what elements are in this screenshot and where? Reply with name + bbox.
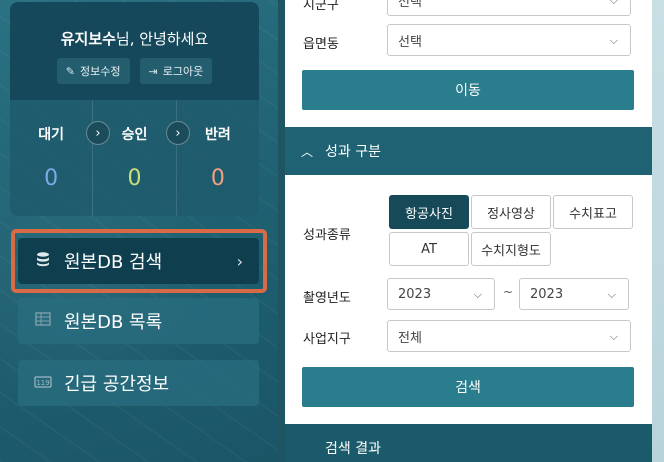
chevron-right-icon: › xyxy=(86,121,110,145)
emergency-119-icon: 119 xyxy=(34,373,52,393)
map-edge xyxy=(652,0,664,462)
search-results-title: 검색 결과 xyxy=(325,441,381,457)
status-pending-label: 대기 xyxy=(38,127,65,143)
logout-icon: ⇥ xyxy=(148,64,158,78)
sigungu-value: 선택 xyxy=(398,0,422,10)
type-chip-ortho-image[interactable]: 정사영상 xyxy=(471,195,551,229)
logout-button[interactable]: ⇥ 로그아웃 xyxy=(139,58,213,84)
menu-item-label: 원본DB 목록 xyxy=(64,312,163,333)
search-panel: 시군구 선택 ⌵ 읍면동 선택 ⌵ 이동 ︿ 성과 구분 성과종류 항공사진 정… xyxy=(285,0,652,462)
menu-item-label: 원본DB 검색 xyxy=(64,252,163,273)
status-pending-count: 0 xyxy=(44,166,59,191)
move-button[interactable]: 이동 xyxy=(302,70,634,110)
greeting-text: 님, 안녕하세요 xyxy=(115,30,209,48)
edit-profile-button[interactable]: ✎ 정보수정 xyxy=(56,58,130,84)
type-chip-digital-map[interactable]: 수치지형도 xyxy=(471,232,551,266)
search-button[interactable]: 검색 xyxy=(302,367,634,407)
svg-text:119: 119 xyxy=(36,379,49,387)
chevron-down-icon: ⌵ xyxy=(609,34,618,47)
sigungu-label: 시군구 xyxy=(303,0,339,13)
user-greeting: 유지보수님, 안녕하세요 xyxy=(10,28,259,49)
sigungu-select[interactable]: 선택 ⌵ xyxy=(387,0,631,16)
type-chip-dem[interactable]: 수치표고 xyxy=(553,195,633,229)
status-pending[interactable]: 대기 0 xyxy=(10,100,92,216)
result-type-label: 성과종류 xyxy=(303,228,351,243)
year-from-value: 2023 xyxy=(398,286,432,302)
menu-item-original-db-search[interactable]: 원본DB 검색 › xyxy=(18,238,259,284)
sidebar: 유지보수님, 안녕하세요 ✎ 정보수정 ⇥ 로그아웃 대기 0 승인 0 반려 … xyxy=(0,0,278,462)
status-approved[interactable]: 승인 0 xyxy=(92,100,175,216)
search-results-section-header[interactable]: 검색 결과 xyxy=(285,424,652,462)
eupmyeondong-value: 선택 xyxy=(398,34,422,50)
chevron-down-icon: ⌵ xyxy=(473,288,482,301)
logout-label: 로그아웃 xyxy=(162,65,204,78)
chevron-down-icon: ⌵ xyxy=(609,0,618,7)
menu-item-original-db-list[interactable]: 원본DB 목록 xyxy=(18,298,259,344)
eupmyeondong-label: 읍면동 xyxy=(303,37,339,52)
eupmyeondong-select[interactable]: 선택 ⌵ xyxy=(387,24,631,56)
district-value: 전체 xyxy=(398,330,422,346)
chevron-up-icon: ︿ xyxy=(301,144,314,159)
type-chip-aerial-photo[interactable]: 항공사진 xyxy=(389,195,469,229)
status-card: 대기 0 승인 0 반려 0 › › xyxy=(10,100,259,216)
user-card: 유지보수님, 안녕하세요 ✎ 정보수정 ⇥ 로그아웃 xyxy=(10,2,259,100)
pencil-icon: ✎ xyxy=(65,64,76,78)
capture-year-label: 촬영년도 xyxy=(303,291,351,306)
status-approved-count: 0 xyxy=(127,166,142,191)
edit-profile-label: 정보수정 xyxy=(80,65,121,78)
result-type-section-header[interactable]: ︿ 성과 구분 xyxy=(285,127,652,175)
chevron-down-icon: ⌵ xyxy=(607,288,616,301)
section-title: 성과 구분 xyxy=(325,144,381,160)
menu-item-emergency-spatial-info[interactable]: 119 긴급 공간정보 xyxy=(18,360,259,406)
chevron-right-icon: › xyxy=(236,251,243,271)
year-to-value: 2023 xyxy=(530,286,564,302)
grid-list-icon xyxy=(34,311,52,331)
user-name: 유지보수 xyxy=(60,30,116,48)
chevron-down-icon: ⌵ xyxy=(609,330,618,343)
menu-item-label: 긴급 공간정보 xyxy=(64,374,170,395)
type-chip-at[interactable]: AT xyxy=(389,232,469,266)
year-range-separator: ~ xyxy=(503,285,514,299)
database-icon xyxy=(34,251,52,271)
chevron-right-icon: › xyxy=(166,121,190,145)
year-to-select[interactable]: 2023 ⌵ xyxy=(519,278,629,310)
district-label: 사업지구 xyxy=(303,332,351,347)
year-from-select[interactable]: 2023 ⌵ xyxy=(387,278,495,310)
district-select[interactable]: 전체 ⌵ xyxy=(387,320,631,352)
status-rejected[interactable]: 반려 0 xyxy=(175,100,259,216)
status-rejected-count: 0 xyxy=(210,166,225,191)
